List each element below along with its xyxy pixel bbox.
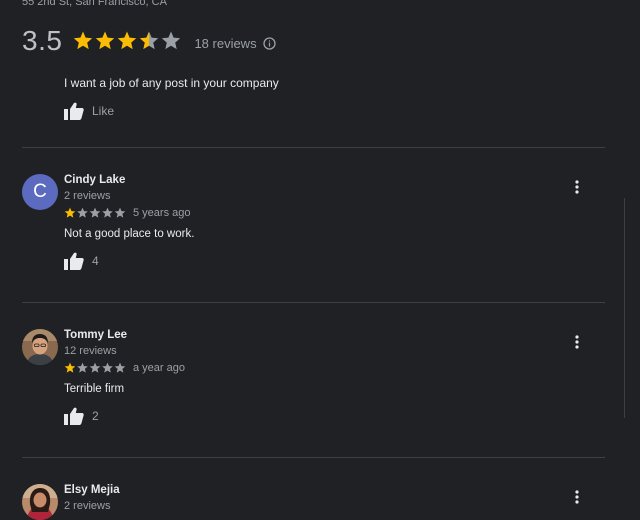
review-time: a year ago	[133, 362, 185, 374]
info-icon[interactable]	[262, 36, 276, 50]
avatar[interactable]	[22, 329, 58, 365]
star-icon	[74, 31, 93, 50]
reviewer-review-count: 12 reviews	[64, 345, 117, 357]
review-rating: a year ago	[64, 361, 185, 375]
reviewer-name[interactable]: Cindy Lake	[64, 174, 125, 186]
divider	[22, 302, 605, 303]
reviewer-review-count: 2 reviews	[64, 500, 111, 512]
like-label: Like	[92, 104, 115, 118]
profile-photo-icon	[22, 484, 58, 520]
thumbs-up-icon	[64, 252, 84, 270]
more-options-button[interactable]	[568, 178, 586, 196]
profile-photo-icon	[22, 329, 58, 365]
like-count: 2	[92, 409, 99, 423]
star-rating-icon	[74, 31, 181, 50]
like-count: 4	[92, 254, 99, 268]
review-text: I want a job of any post in your company	[64, 76, 279, 90]
divider	[22, 457, 605, 458]
more-vert-icon	[575, 490, 579, 504]
like-button[interactable]: 2	[64, 407, 99, 425]
divider	[22, 147, 605, 148]
reviewer-name[interactable]: Elsy Mejia	[64, 484, 120, 496]
star-icon	[162, 31, 181, 50]
star-icon	[118, 31, 137, 50]
scrollbar[interactable]	[624, 198, 633, 418]
star-icon	[96, 31, 115, 50]
review-time: 5 years ago	[133, 207, 191, 219]
place-address: 55 2nd St, San Francisco, CA	[22, 0, 167, 8]
avatar[interactable]: C	[22, 174, 58, 210]
like-button[interactable]: Like	[64, 102, 114, 120]
thumbs-up-icon	[64, 102, 84, 120]
review-rating: 5 years ago	[64, 206, 190, 220]
thumbs-up-icon	[64, 407, 84, 425]
star-rating-icon	[64, 362, 126, 373]
average-score: 3.5	[22, 25, 63, 56]
more-vert-icon	[575, 180, 579, 194]
star-rating-icon	[64, 207, 126, 218]
avatar[interactable]	[22, 484, 58, 520]
more-options-button[interactable]	[568, 333, 586, 351]
total-reviews-link[interactable]: 18 reviews	[194, 36, 256, 51]
more-options-button[interactable]	[568, 488, 586, 506]
rating-summary: 3.5 18 reviews	[22, 24, 276, 58]
review-text: Terrible firm	[64, 383, 125, 395]
more-vert-icon	[575, 335, 579, 349]
reviewer-review-count: 2 reviews	[64, 190, 111, 202]
average-stars	[72, 30, 184, 52]
reviewer-name[interactable]: Tommy Lee	[64, 329, 127, 341]
like-button[interactable]: 4	[64, 252, 99, 270]
review-card: Elsy Mejia 2 reviews	[0, 484, 640, 520]
half-star-icon	[140, 31, 159, 50]
review-text: Not a good place to work.	[64, 228, 195, 240]
